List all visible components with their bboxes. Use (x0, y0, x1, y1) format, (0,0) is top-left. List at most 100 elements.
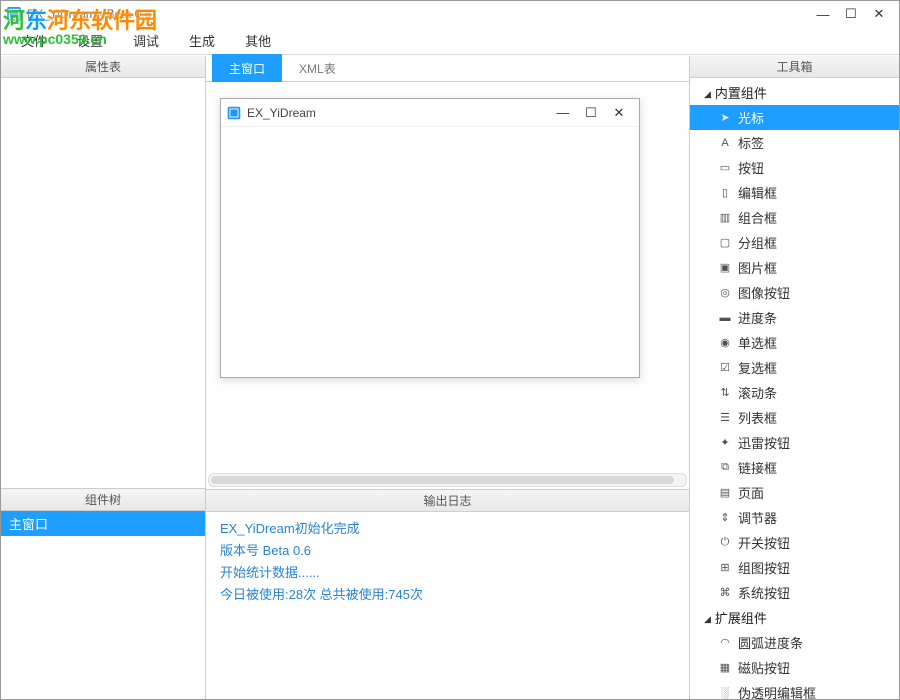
toolbox-body: 内置组件 ➤ 光标 A 标签 ▭按钮 ▯ 编辑框 ▥ 组合框 ▢分组框 ▣ 图片框 ◎ 图像按钮 ▬ 进度条 ◉单… (690, 78, 899, 699)
maximize-button[interactable]: ☐ (837, 4, 865, 24)
toolbox-item[interactable]: ☑ 复选框 (690, 355, 899, 380)
menubar: 文件 设置 调试 生成 其他 (1, 27, 899, 55)
toolbox-item-icon: ◎ (718, 286, 732, 299)
toolbox-item-label: 编辑框 (738, 183, 777, 202)
component-tree-header: 组件树 (1, 489, 205, 511)
minimize-button[interactable]: — (809, 4, 837, 24)
tree-item-main-window[interactable]: 主窗口 (1, 511, 205, 536)
mock-close-button[interactable]: ✕ (605, 103, 633, 123)
app-icon (7, 7, 21, 21)
mock-minimize-button[interactable]: — (549, 103, 577, 123)
toolbox-item[interactable]: ◉单选框 (690, 330, 899, 355)
toolbox-item-icon: ▬ (718, 312, 732, 324)
toolbox-item[interactable]: ▭按钮 (690, 155, 899, 180)
toolbox-item[interactable]: ⇅ 滚动条 (690, 380, 899, 405)
toolbox-item-icon: ▣ (718, 261, 732, 274)
toolbox-item-icon: ⌘ (718, 586, 732, 599)
toolbox-item-icon: ▢ (718, 236, 732, 249)
toolbox-item-icon: ⇕ (718, 511, 732, 524)
log-line: 今日被使用:28次 总共被使用:745次 (220, 584, 675, 606)
toolbox-item-label: 图片框 (738, 258, 777, 277)
mock-window[interactable]: EX_YiDream — ☐ ✕ (220, 98, 640, 378)
toolbox-item-label: 链接框 (738, 458, 777, 477)
toolbox-item-label: 图像按钮 (738, 283, 790, 302)
toolbox-item-icon: ✦ (718, 436, 732, 449)
toolbox-item-label: 复选框 (738, 358, 777, 377)
menu-generate[interactable]: 生成 (175, 27, 229, 54)
menu-file[interactable]: 文件 (7, 27, 61, 54)
toolbox-item[interactable]: ▣ 图片框 (690, 255, 899, 280)
titlebar: EX_YiDream - Beta 0.6 — ☐ ✕ (1, 1, 899, 27)
toolbox-group[interactable]: 扩展组件 (690, 605, 899, 630)
toolbox-item[interactable]: ⧉ 链接框 (690, 455, 899, 480)
toolbox-item-icon: ⊞ (718, 561, 732, 574)
output-log-header: 输出日志 (206, 490, 689, 512)
close-button[interactable]: ✕ (865, 4, 893, 24)
toolbox-item-icon: ▥ (718, 211, 732, 224)
toolbox-item-label: 页面 (738, 483, 764, 502)
toolbox-item-icon: A (718, 137, 732, 149)
canvas-horizontal-scrollbar[interactable] (208, 473, 687, 487)
toolbox-item[interactable]: ⏻ 开关按钮 (690, 530, 899, 555)
toolbox-item[interactable]: ◎ 图像按钮 (690, 280, 899, 305)
menu-other[interactable]: 其他 (231, 27, 285, 54)
toolbox-item-label: 进度条 (738, 308, 777, 327)
toolbox-header: 工具箱 (690, 56, 899, 78)
component-tree-panel: 组件树 主窗口 (1, 489, 205, 699)
toolbox-item[interactable]: ◠ 圆弧进度条 (690, 630, 899, 655)
toolbox-item-icon: ◠ (718, 636, 732, 649)
toolbox-item-label: 组图按钮 (738, 558, 790, 577)
toolbox-item-label: 系统按钮 (738, 583, 790, 602)
toolbox-item-icon: ▦ (718, 661, 732, 674)
toolbox-item-label: 调节器 (738, 508, 777, 527)
properties-panel-header: 属性表 (1, 56, 205, 78)
toolbox-item[interactable]: ▦ 磁贴按钮 (690, 655, 899, 680)
toolbox-item[interactable]: ▢分组框 (690, 230, 899, 255)
toolbox-item-label: 圆弧进度条 (738, 633, 803, 652)
toolbox-item-icon: ⇅ (718, 386, 732, 399)
toolbox-item[interactable]: ░伪透明编辑框 (690, 680, 899, 699)
toolbox-item-icon: ⧉ (718, 461, 732, 474)
toolbox-item-label: 标签 (738, 133, 764, 152)
toolbox-item-icon: ☑ (718, 361, 732, 374)
toolbox-item-label: 磁贴按钮 (738, 658, 790, 677)
toolbox-item-label: 开关按钮 (738, 533, 790, 552)
menu-settings[interactable]: 设置 (63, 27, 117, 54)
log-line: EX_YiDream初始化完成 (220, 518, 675, 540)
output-log-body: EX_YiDream初始化完成 版本号 Beta 0.6 开始统计数据.....… (206, 512, 689, 699)
toolbox-item-icon: ➤ (718, 111, 732, 124)
toolbox-item[interactable]: ⇕ 调节器 (690, 505, 899, 530)
toolbox-item-label: 光标 (738, 108, 764, 127)
tab-main-window[interactable]: 主窗口 (212, 54, 282, 82)
toolbox-item[interactable]: ⊞ 组图按钮 (690, 555, 899, 580)
toolbox-item[interactable]: ▤页面 (690, 480, 899, 505)
toolbox-item-label: 迅雷按钮 (738, 433, 790, 452)
toolbox-item[interactable]: ✦ 迅雷按钮 (690, 430, 899, 455)
output-log-panel: 输出日志 EX_YiDream初始化完成 版本号 Beta 0.6 开始统计数据… (206, 489, 689, 699)
toolbox-item[interactable]: ⌘ 系统按钮 (690, 580, 899, 605)
toolbox-item-icon: ⏻ (718, 536, 732, 549)
toolbox-item-icon: ▭ (718, 161, 732, 174)
mock-maximize-button[interactable]: ☐ (577, 103, 605, 123)
window-title: EX_YiDream - Beta 0.6 (27, 7, 809, 21)
menu-debug[interactable]: 调试 (119, 27, 173, 54)
log-line: 开始统计数据...... (220, 562, 675, 584)
toolbox-item[interactable]: ☰列表框 (690, 405, 899, 430)
tab-xml-table[interactable]: XML表 (282, 54, 353, 82)
toolbox-item-label: 滚动条 (738, 383, 777, 402)
toolbox-item-icon: ▯ (718, 186, 732, 199)
toolbox-item-label: 单选框 (738, 333, 777, 352)
toolbox-item-icon: ░ (718, 687, 732, 699)
design-canvas[interactable]: EX_YiDream — ☐ ✕ (206, 82, 689, 473)
toolbox-group[interactable]: 内置组件 (690, 80, 899, 105)
toolbox-item[interactable]: ▥ 组合框 (690, 205, 899, 230)
mock-window-title: EX_YiDream (247, 106, 549, 120)
toolbox-item-icon: ☰ (718, 411, 732, 424)
toolbox-item[interactable]: ▬ 进度条 (690, 305, 899, 330)
properties-panel: 属性表 (1, 56, 205, 489)
toolbox-item[interactable]: A 标签 (690, 130, 899, 155)
editor-tabs: 主窗口 XML表 (206, 56, 689, 82)
toolbox-item-label: 组合框 (738, 208, 777, 227)
toolbox-item[interactable]: ▯ 编辑框 (690, 180, 899, 205)
toolbox-item[interactable]: ➤ 光标 (690, 105, 899, 130)
